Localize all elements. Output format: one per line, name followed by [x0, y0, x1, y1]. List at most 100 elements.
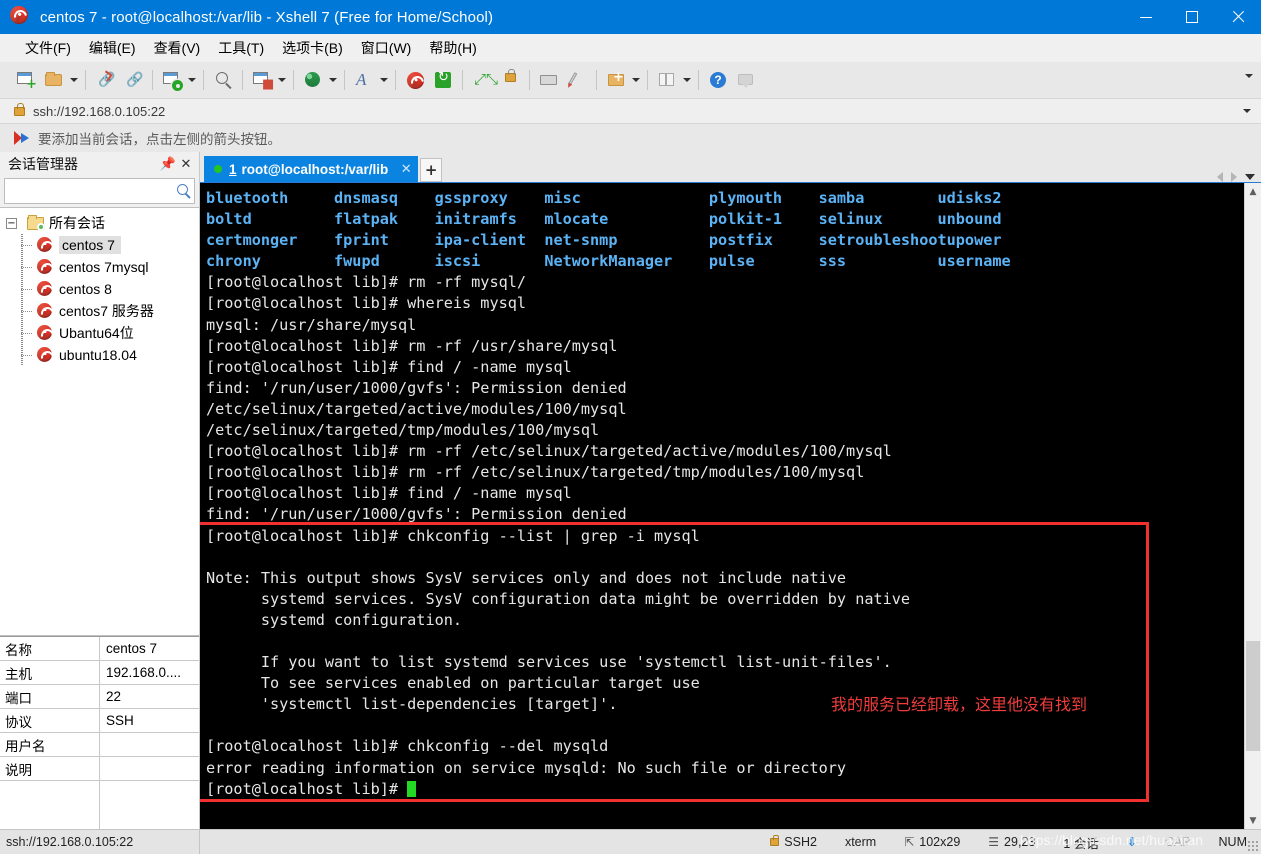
toolbar-separator	[203, 70, 204, 90]
new-tab-button[interactable]: +	[420, 158, 443, 182]
terminal-line-highlighted: If you want to list systemd services use…	[206, 653, 892, 672]
keyboard-icon[interactable]	[535, 66, 563, 94]
layout-dropdown-icon[interactable]	[681, 66, 693, 94]
terminal-line-highlighted: To see services enabled on particular ta…	[206, 674, 700, 693]
help-icon[interactable]: ?	[704, 66, 732, 94]
scrollbar-track[interactable]	[1245, 200, 1261, 812]
session-item-centos-7mysql[interactable]: centos 7mysql	[0, 256, 199, 278]
terminal-line-highlighted: systemd configuration.	[206, 610, 463, 629]
menu-help[interactable]: 帮助(H)	[420, 35, 485, 61]
layout-panes-icon[interactable]	[653, 66, 681, 94]
highlight-icon[interactable]	[563, 66, 591, 94]
tab-root-localhost[interactable]: 1 root@localhost:/var/lib ✕	[204, 156, 419, 182]
open-folder-icon[interactable]	[40, 66, 68, 94]
properties-dropdown-icon[interactable]	[186, 66, 198, 94]
menu-window[interactable]: 窗口(W)	[352, 35, 421, 61]
resize-grip-icon[interactable]	[1247, 840, 1258, 851]
terminal-listing-row: chrony fwupd iscsi NetworkManager pulse …	[206, 251, 1244, 272]
xshell-spiral-icon	[10, 6, 32, 28]
session-item-centos7-server[interactable]: centos7 服务器	[0, 300, 199, 322]
font-icon[interactable]: A	[350, 66, 378, 94]
maximize-button[interactable]	[1169, 0, 1215, 34]
disconnect-icon[interactable]: 🔗	[91, 66, 119, 94]
search-input[interactable]	[5, 183, 194, 199]
xshell-session-icon	[37, 259, 53, 275]
session-search-box[interactable]	[4, 178, 195, 204]
terminal-line-highlighted: systemd services. SysV configuration dat…	[206, 589, 911, 608]
scrollbar-thumb[interactable]	[1246, 640, 1260, 751]
transfer-dropdown-icon[interactable]	[276, 66, 288, 94]
menu-tools[interactable]: 工具(T)	[209, 35, 273, 61]
address-dropdown-icon[interactable]	[1243, 109, 1251, 113]
feedback-icon[interactable]	[732, 66, 760, 94]
terminal-line-highlighted: [root@localhost lib]# chkconfig --list |…	[206, 526, 700, 545]
status-sessions: 1 会话	[1063, 836, 1099, 851]
menu-bar: 文件(F) 编辑(E) 查看(V) 工具(T) 选项卡(B) 窗口(W) 帮助(…	[0, 34, 1261, 62]
terminal-prompt-line: [root@localhost lib]#	[206, 779, 1244, 800]
lock-icon[interactable]	[496, 66, 524, 94]
property-key: 说明	[0, 757, 100, 780]
scroll-up-icon[interactable]: ▲	[1245, 183, 1261, 200]
toolbar-overflow-icon[interactable]	[1245, 74, 1253, 78]
address-bar[interactable]: ssh://192.168.0.105:22	[0, 98, 1261, 124]
menu-view[interactable]: 查看(V)	[145, 35, 210, 61]
chevron-right-icon[interactable]	[1231, 172, 1237, 182]
session-item-centos-8[interactable]: centos 8	[0, 278, 199, 300]
terminal-scrollbar[interactable]: ▲ ▼	[1244, 183, 1261, 829]
terminal-output[interactable]: bluetooth dnsmasq gssproxy misc plymouth…	[200, 183, 1244, 829]
new-folder-dropdown-icon[interactable]	[630, 66, 642, 94]
tab-close-icon[interactable]: ✕	[398, 162, 414, 177]
new-session-icon[interactable]: +	[12, 66, 40, 94]
session-label: Ubantu64位	[59, 325, 134, 341]
reconnect-icon[interactable]: 🔗	[119, 66, 147, 94]
new-folder-icon[interactable]	[602, 66, 630, 94]
directory-name: bluetooth dnsmasq gssproxy misc plymouth…	[206, 189, 1002, 207]
status-terminal-type: xterm	[844, 835, 877, 849]
session-label: centos7 服务器	[59, 303, 154, 319]
status-protocol: SSH2	[784, 835, 817, 849]
session-item-ubuntu1804[interactable]: ubuntu18.04	[0, 344, 199, 366]
open-folder-dropdown-icon[interactable]	[68, 66, 80, 94]
xftp-icon[interactable]	[429, 66, 457, 94]
status-size-cell: ⇱ 102x29	[890, 830, 974, 854]
terminal-line: [root@localhost lib]# find / -name mysql	[206, 484, 572, 503]
browser-dropdown-icon[interactable]	[327, 66, 339, 94]
terminal-listing-row: certmonger fprint ipa-client net-snmp po…	[206, 230, 1244, 251]
notice-text: 要添加当前会话，点击左侧的箭头按钮。	[38, 132, 281, 147]
terminal-line-highlighted	[206, 631, 1244, 652]
font-dropdown-icon[interactable]	[378, 66, 390, 94]
directory-name: chrony fwupd iscsi NetworkManager pulse …	[206, 252, 1011, 271]
xshell-icon[interactable]	[401, 66, 429, 94]
main-body: 会话管理器 📌 ✕ − 所有会话 centos 7 centos 7mysql …	[0, 152, 1261, 829]
toolbar-separator	[85, 70, 86, 90]
find-icon[interactable]	[209, 66, 237, 94]
tree-expander[interactable]: −	[6, 217, 17, 229]
directory-name: certmonger fprint ipa-client net-snmp po…	[206, 231, 1002, 250]
close-button[interactable]	[1215, 0, 1261, 34]
fullscreen-icon[interactable]: ⤢⤡	[468, 66, 498, 94]
lock-icon	[770, 835, 780, 846]
chevron-down-icon[interactable]	[1245, 174, 1255, 180]
property-row-username: 用户名	[0, 733, 199, 757]
terminal-line-highlighted: error reading information on service mys…	[206, 758, 847, 777]
transfer-file-icon[interactable]: ■	[248, 66, 276, 94]
property-value: SSH	[106, 713, 134, 728]
menu-file[interactable]: 文件(F)	[16, 35, 80, 61]
status-cursor-cell: ☰ 29,23	[974, 830, 1049, 854]
tree-root-all-sessions[interactable]: − 所有会话	[0, 212, 199, 234]
menu-edit[interactable]: 编辑(E)	[80, 35, 145, 61]
session-item-centos-7[interactable]: centos 7	[0, 234, 199, 256]
menu-tabs[interactable]: 选项卡(B)	[273, 35, 352, 61]
scroll-down-icon[interactable]: ▼	[1245, 812, 1261, 829]
web-browser-icon[interactable]	[299, 66, 327, 94]
title-bar: centos 7 - root@localhost:/var/lib - Xsh…	[0, 0, 1261, 34]
flag-icon	[14, 131, 30, 145]
chevron-left-icon[interactable]	[1217, 172, 1223, 182]
minimize-button[interactable]	[1123, 0, 1169, 34]
terminal-listing-row: boltd flatpak initramfs mlocate polkit-1…	[206, 209, 1244, 230]
session-label: centos 7	[59, 236, 121, 254]
close-icon[interactable]: ✕	[177, 155, 195, 173]
session-properties-icon[interactable]	[158, 66, 186, 94]
session-item-ubantu64[interactable]: Ubantu64位	[0, 322, 199, 344]
pin-icon[interactable]: 📌	[159, 155, 177, 173]
